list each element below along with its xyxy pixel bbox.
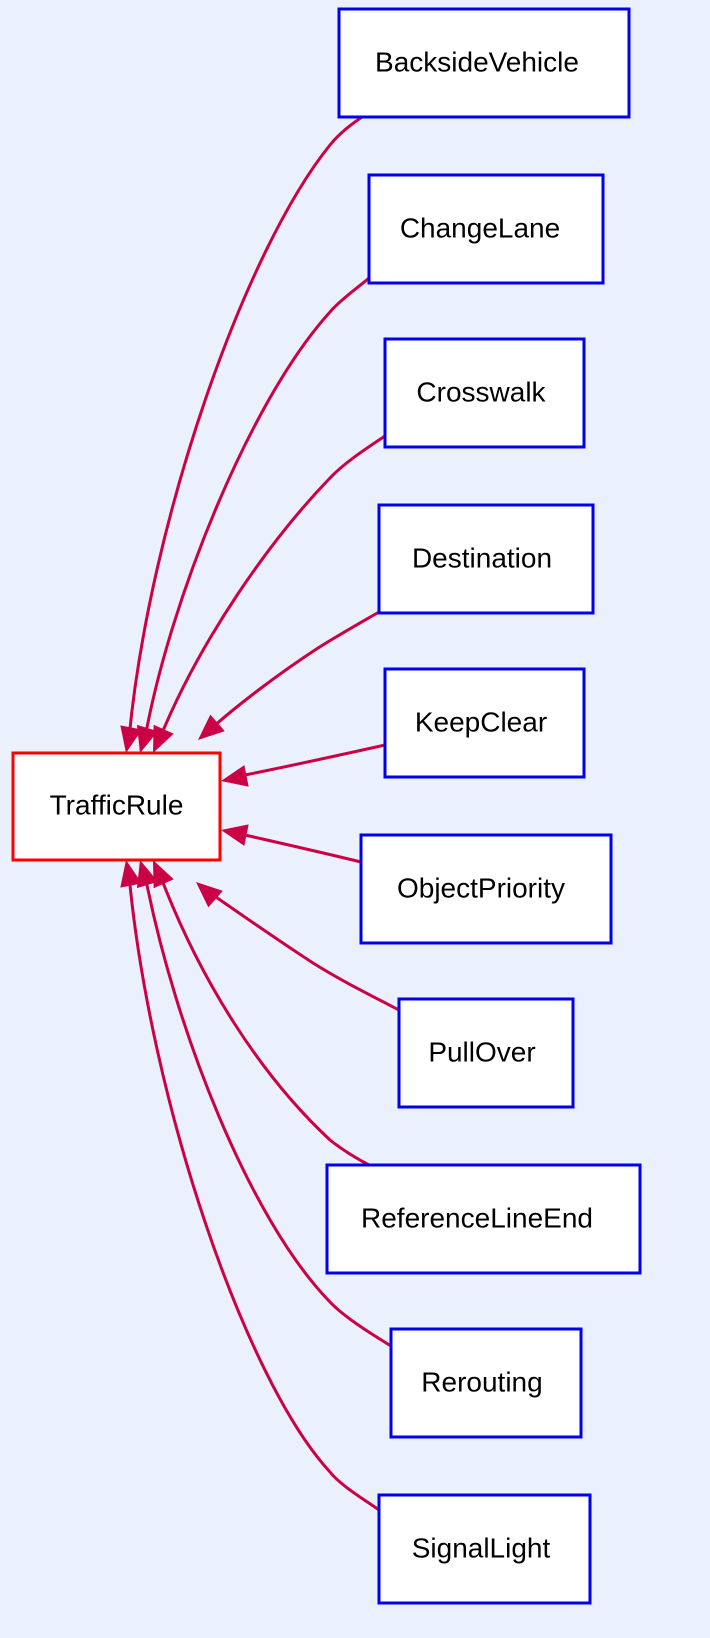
node-label: Destination <box>412 542 552 573</box>
edge-destination-to-trafficrule <box>198 610 380 740</box>
node-referencelineend[interactable]: ReferenceLineEnd <box>325 1163 642 1275</box>
arrowhead-icon <box>221 765 249 787</box>
node-label: ChangeLane <box>400 212 560 243</box>
node-signallight[interactable]: SignalLight <box>377 1493 592 1605</box>
edge-line <box>143 276 370 739</box>
node-label: ObjectPriority <box>397 872 565 903</box>
node-pullover[interactable]: PullOver <box>397 997 575 1109</box>
nodes: TrafficRule BacksideVehicle ChangeLane C… <box>11 7 642 1605</box>
node-crosswalk[interactable]: Crosswalk <box>383 337 586 449</box>
node-label: TrafficRule <box>50 789 184 820</box>
edge-backsidevehicle-to-trafficrule <box>120 115 363 753</box>
node-label: KeepClear <box>415 706 547 737</box>
node-objectpriority[interactable]: ObjectPriority <box>359 833 613 945</box>
node-changelane[interactable]: ChangeLane <box>367 173 605 285</box>
edge-crosswalk-to-trafficrule <box>153 434 386 753</box>
node-rerouting[interactable]: Rerouting <box>389 1327 583 1439</box>
node-label: PullOver <box>428 1036 535 1067</box>
node-backsidevehicle[interactable]: BacksideVehicle <box>337 7 631 119</box>
edge-line <box>158 874 370 1167</box>
node-destination[interactable]: Destination <box>377 503 595 615</box>
edge-objectpriority-to-trafficrule <box>221 824 362 864</box>
edge-line <box>244 743 386 777</box>
node-trafficrule[interactable]: TrafficRule <box>11 751 222 862</box>
node-keepclear[interactable]: KeepClear <box>383 667 586 779</box>
edge-keepclear-to-trafficrule <box>221 743 386 787</box>
edge-referencelineend-to-trafficrule <box>153 860 370 1167</box>
edge-line <box>127 115 363 739</box>
node-label: BacksideVehicle <box>375 46 579 77</box>
node-label: SignalLight <box>412 1532 551 1563</box>
edge-line <box>244 833 362 864</box>
inheritance-diagram: TrafficRule BacksideVehicle ChangeLane C… <box>11 7 642 1605</box>
edge-line <box>212 610 380 729</box>
arrowhead-icon <box>196 882 223 908</box>
node-label: Rerouting <box>421 1366 542 1397</box>
node-label: Crosswalk <box>416 376 546 407</box>
arrowhead-icon <box>221 824 249 846</box>
edge-line <box>143 874 392 1348</box>
edge-line <box>158 434 386 739</box>
node-label: ReferenceLineEnd <box>361 1202 593 1233</box>
